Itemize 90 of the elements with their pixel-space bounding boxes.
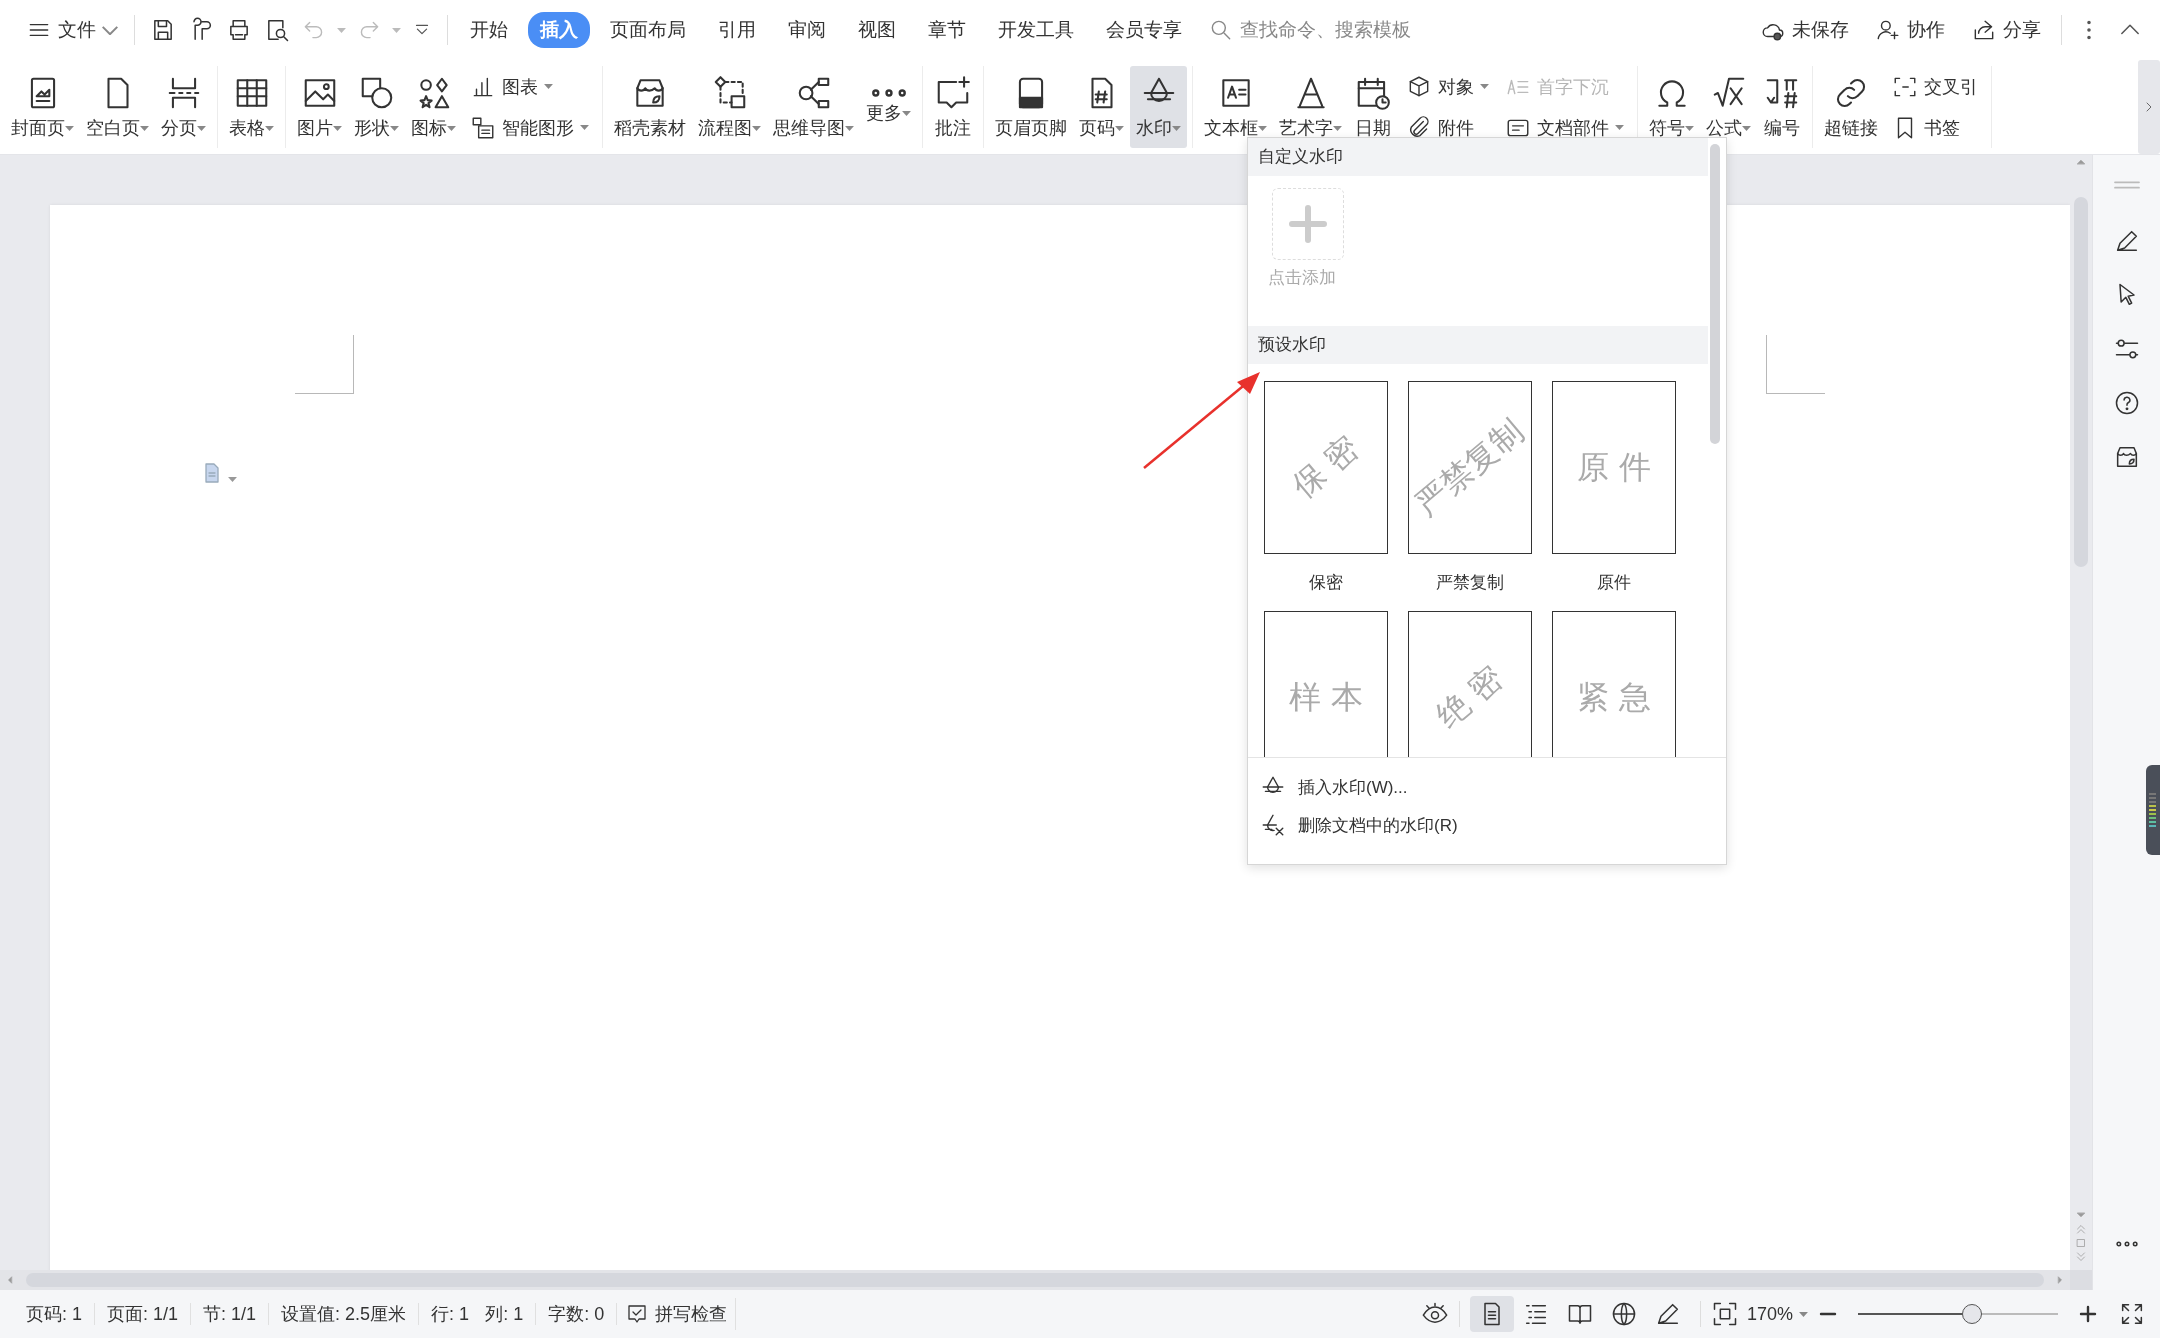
ribbon-button[interactable]: 智能图形: [466, 112, 593, 143]
ribbon-button[interactable]: 超链接: [1818, 66, 1884, 148]
caret-icon: [580, 125, 589, 130]
ribbon-button[interactable]: 分页: [155, 66, 212, 148]
menu-item[interactable]: 插入水印(W)...: [1248, 768, 1726, 806]
caret-icon: [265, 125, 274, 131]
more-icon: [871, 89, 906, 97]
caret-icon: [390, 125, 399, 131]
caret-icon: [845, 125, 854, 131]
ribbon-button[interactable]: 稻壳素材: [608, 66, 692, 148]
watermark-preview-text: 紧 急: [1576, 676, 1652, 718]
ribbon-button[interactable]: 表格: [223, 66, 280, 148]
caret-icon: [1742, 125, 1751, 131]
search-field[interactable]: 查找命令、搜索模板: [1238, 18, 1472, 42]
status-text: 列: 1: [473, 1303, 537, 1325]
watermark-preview-text: 保 密: [1283, 427, 1367, 508]
ribbon-button[interactable]: 图表: [466, 71, 593, 102]
ribbon-button[interactable]: 页码: [1073, 66, 1130, 148]
status-text: 行: 1: [430, 1303, 471, 1325]
watermark-preview-text: 样 本: [1288, 676, 1364, 718]
ribbon-button[interactable]: 封面页: [5, 66, 80, 148]
section-header: 预设水印: [1248, 326, 1708, 364]
ribbon-tab[interactable]: 章节: [916, 12, 978, 48]
toolbar-button[interactable]: 协作: [1869, 13, 1951, 47]
status-text: 页码: 1: [14, 1303, 95, 1325]
corner-mark: [295, 335, 354, 394]
view-mode-button[interactable]: [1469, 1296, 1514, 1332]
slider-thumb[interactable]: [1962, 1304, 1982, 1324]
ribbon-tab[interactable]: 页面布局: [598, 12, 698, 48]
ribbon-button[interactable]: 空白页: [80, 66, 155, 148]
caret-icon: [902, 110, 911, 116]
file-menu-button[interactable]: 文件: [20, 13, 124, 47]
menu-item[interactable]: 删除文档中的水印(R): [1248, 806, 1726, 844]
section-header: 自定义水印: [1248, 138, 1708, 176]
watermark-preview-text: 严禁复制: [1409, 410, 1531, 525]
caret-icon: [333, 125, 342, 131]
caret-icon: [752, 125, 761, 131]
ribbon-button[interactable]: 图片: [291, 66, 348, 148]
ribbon-tab[interactable]: 开发工具: [986, 12, 1086, 48]
watermark-preview-text: 原 件: [1576, 446, 1652, 488]
toolbar-button[interactable]: 分享: [1965, 13, 2047, 47]
caret-icon: [1258, 125, 1267, 131]
corner-mark: [1766, 335, 1825, 394]
ribbon-button[interactable]: 更多: [860, 66, 917, 148]
caret-icon: [1799, 1311, 1808, 1317]
ribbon-button[interactable]: 批注: [928, 66, 978, 148]
add-watermark-tile[interactable]: [1272, 188, 1344, 260]
caret-icon: [447, 125, 456, 131]
ribbon-button[interactable]: 交叉引: [1888, 71, 1982, 102]
caret-icon: [102, 25, 118, 35]
status-text: 页面: 1/1: [95, 1303, 192, 1325]
caret-icon: [337, 27, 346, 33]
preset-label: 原件: [1597, 572, 1631, 594]
zoom-dropdown[interactable]: 170%: [1738, 1299, 1816, 1329]
spell-check-button[interactable]: 拼写检查: [617, 1298, 737, 1330]
ribbon-button[interactable]: 页眉页脚: [989, 66, 1073, 148]
caret-icon: [392, 27, 401, 33]
ribbon-button[interactable]: 图标: [405, 66, 462, 148]
ribbon-button[interactable]: 书签: [1888, 112, 1982, 143]
remove-watermark-icon: [1260, 812, 1286, 838]
ribbon-button[interactable]: 水印: [1130, 66, 1187, 148]
ribbon-button[interactable]: 形状: [348, 66, 405, 148]
caret-icon: [1615, 125, 1624, 130]
ribbon-button[interactable]: 流程图: [692, 66, 767, 148]
status-text: 节: 1/1: [191, 1303, 270, 1325]
ribbon-button[interactable]: 编号: [1757, 66, 1807, 148]
ribbon-button[interactable]: 对象: [1402, 71, 1493, 102]
ribbon-tab[interactable]: 引用: [706, 12, 768, 48]
caret-icon: [197, 125, 206, 131]
ribbon-button[interactable]: 思维导图: [767, 66, 860, 148]
caret-icon: [228, 477, 237, 482]
ribbon-tab[interactable]: 会员专享: [1094, 12, 1194, 48]
status-text: 字数: 0: [536, 1303, 618, 1325]
caret-icon: [1115, 125, 1124, 131]
status-text: 设置值: 2.5厘米: [269, 1303, 420, 1325]
toolbar-button[interactable]: 未保存: [1754, 13, 1855, 47]
ribbon-tab[interactable]: 视图: [846, 12, 908, 48]
preset-label: 保密: [1309, 572, 1343, 594]
caret-icon: [544, 84, 553, 89]
watermark-preview-text: 绝 密: [1427, 657, 1511, 738]
caret-icon: [65, 125, 74, 131]
caret-icon: [1685, 125, 1694, 131]
ribbon-tab[interactable]: 审阅: [776, 12, 838, 48]
caret-icon: [1333, 125, 1342, 131]
ribbon-tab[interactable]: 开始: [458, 12, 520, 48]
scrollbar-thumb[interactable]: [1710, 144, 1720, 444]
caret-icon: [1172, 125, 1181, 131]
caret-icon: [140, 125, 149, 131]
preset-label: 严禁复制: [1436, 572, 1504, 594]
caret-icon: [1480, 84, 1489, 89]
